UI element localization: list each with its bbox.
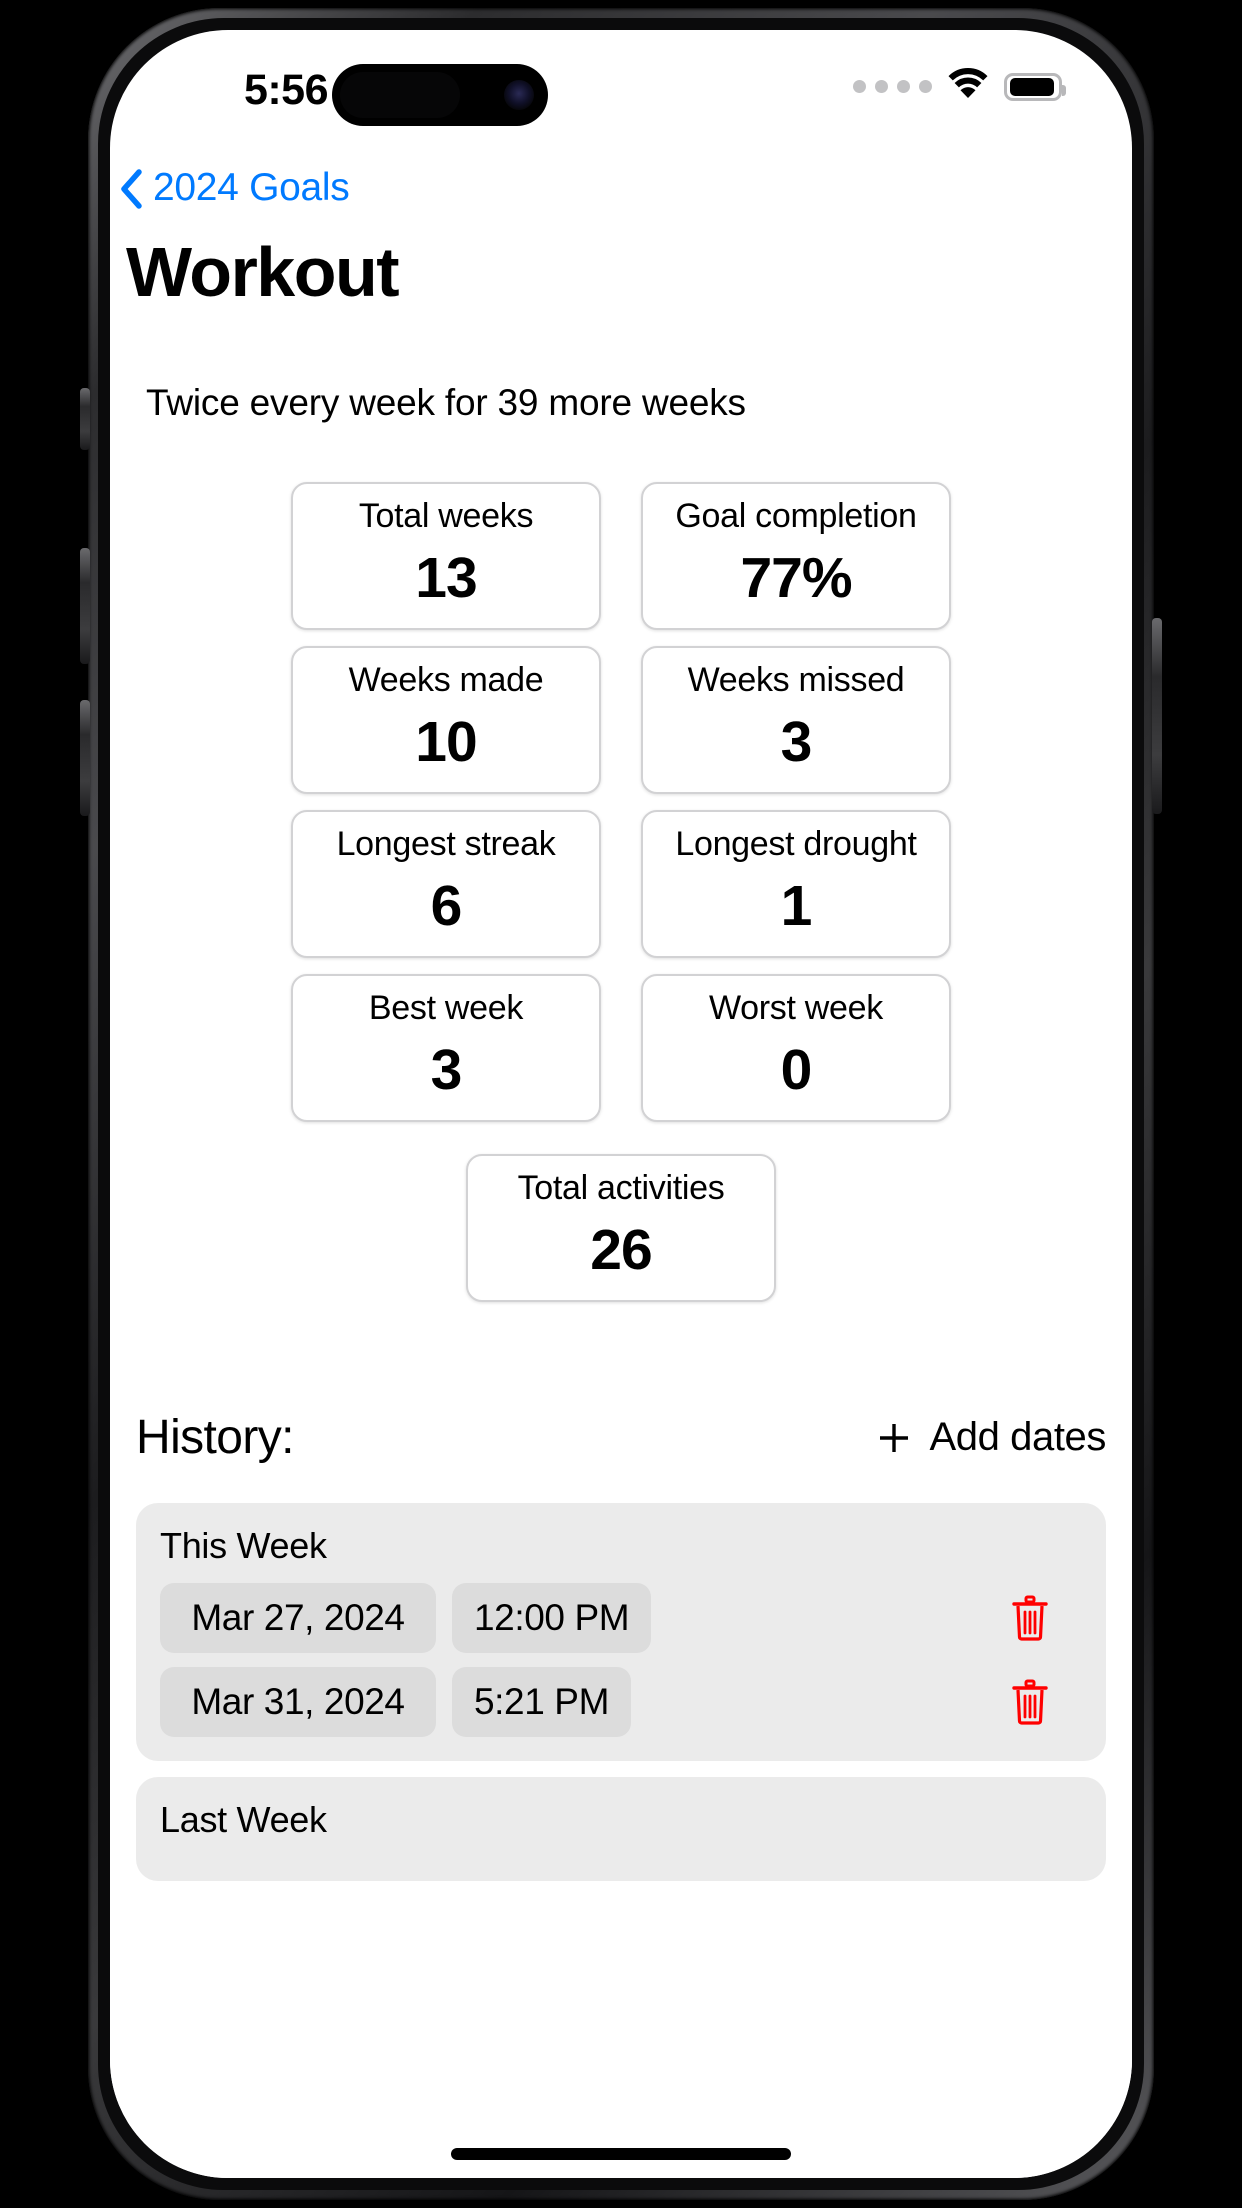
entry-date-field[interactable]: Mar 27, 2024 <box>160 1583 436 1653</box>
stat-value: 1 <box>780 873 813 938</box>
history-week-group: Last Week <box>136 1777 1106 1881</box>
week-group-label: This Week <box>160 1525 327 1566</box>
back-button-label: 2024 Goals <box>153 166 350 209</box>
screenshot-stage: 5:56 2024 Goals Workout Twice every week… <box>0 0 1242 2208</box>
stat-value: 0 <box>780 1037 813 1102</box>
status-bar: 5:56 <box>110 30 1132 152</box>
stat-label: Weeks missed <box>687 661 905 699</box>
history-list: This Week Mar 27, 2024 12:00 PM Mar 31, … <box>136 1503 1106 1881</box>
stat-card-total-weeks[interactable]: Total weeks 13 <box>291 482 601 630</box>
entry-date-field[interactable]: Mar 31, 2024 <box>160 1667 436 1737</box>
stat-value: 13 <box>415 545 477 610</box>
stats-grid-last-row: Total activities 26 <box>291 1154 951 1302</box>
volume-up-button[interactable] <box>80 548 90 664</box>
cellular-dots-icon <box>853 80 932 93</box>
back-button[interactable]: 2024 Goals <box>118 166 1132 210</box>
stat-card-longest-streak[interactable]: Longest streak 6 <box>291 810 601 958</box>
front-camera-icon <box>504 80 534 110</box>
stat-card-goal-completion[interactable]: Goal completion 77% <box>641 482 951 630</box>
volume-down-button[interactable] <box>80 700 90 816</box>
stat-label: Best week <box>368 989 524 1027</box>
silent-switch-button[interactable] <box>80 388 90 450</box>
trash-icon[interactable] <box>1010 1679 1050 1725</box>
status-bar-indicators <box>853 68 1066 105</box>
entry-time-field[interactable]: 12:00 PM <box>452 1583 652 1653</box>
stat-value: 26 <box>590 1217 652 1282</box>
power-button[interactable] <box>1152 618 1162 814</box>
stat-value: 10 <box>415 709 477 774</box>
stat-card-total-activities[interactable]: Total activities 26 <box>466 1154 776 1302</box>
phone-screen: 5:56 2024 Goals Workout Twice every week… <box>110 30 1132 2178</box>
battery-full-icon <box>1004 72 1066 101</box>
stat-label: Total activities <box>517 1169 725 1207</box>
stat-value: 77% <box>740 545 852 610</box>
add-dates-label: Add dates <box>929 1415 1106 1459</box>
dynamic-island <box>332 64 548 126</box>
add-dates-button[interactable]: Add dates <box>877 1415 1106 1460</box>
dynamic-island-pill <box>340 72 460 118</box>
plus-icon <box>877 1421 911 1455</box>
week-group-label: Last Week <box>160 1799 327 1840</box>
goal-subtitle: Twice every week for 39 more weeks <box>146 382 746 423</box>
history-header: History: Add dates <box>136 1410 1106 1465</box>
app-content: 2024 Goals Workout Twice every week for … <box>110 152 1132 2178</box>
stat-label: Weeks made <box>348 661 544 699</box>
stat-value: 3 <box>780 709 813 774</box>
entry-time-field[interactable]: 5:21 PM <box>452 1667 631 1737</box>
history-entry-row: Mar 27, 2024 12:00 PM <box>160 1583 1082 1653</box>
home-indicator[interactable] <box>451 2148 791 2160</box>
stat-label: Longest drought <box>675 825 917 863</box>
stat-label: Longest streak <box>336 825 556 863</box>
wifi-icon <box>947 68 989 105</box>
history-entry-row: Mar 31, 2024 5:21 PM <box>160 1667 1082 1737</box>
stat-card-best-week[interactable]: Best week 3 <box>291 974 601 1122</box>
stat-label: Worst week <box>709 989 883 1027</box>
stat-label: Goal completion <box>675 497 917 535</box>
stat-card-weeks-missed[interactable]: Weeks missed 3 <box>641 646 951 794</box>
stat-label: Total weeks <box>358 497 534 535</box>
history-title: History: <box>136 1411 294 1464</box>
stat-card-weeks-made[interactable]: Weeks made 10 <box>291 646 601 794</box>
stat-card-worst-week[interactable]: Worst week 0 <box>641 974 951 1122</box>
stat-value: 3 <box>430 1037 463 1102</box>
history-week-group: This Week Mar 27, 2024 12:00 PM Mar 31, … <box>136 1503 1106 1761</box>
page-title: Workout <box>126 233 400 311</box>
stat-card-longest-drought[interactable]: Longest drought 1 <box>641 810 951 958</box>
trash-icon[interactable] <box>1010 1595 1050 1641</box>
chevron-left-icon <box>118 168 144 209</box>
stat-value: 6 <box>430 873 463 938</box>
stats-grid: Total weeks 13 Goal completion 77% Weeks… <box>291 482 951 1302</box>
